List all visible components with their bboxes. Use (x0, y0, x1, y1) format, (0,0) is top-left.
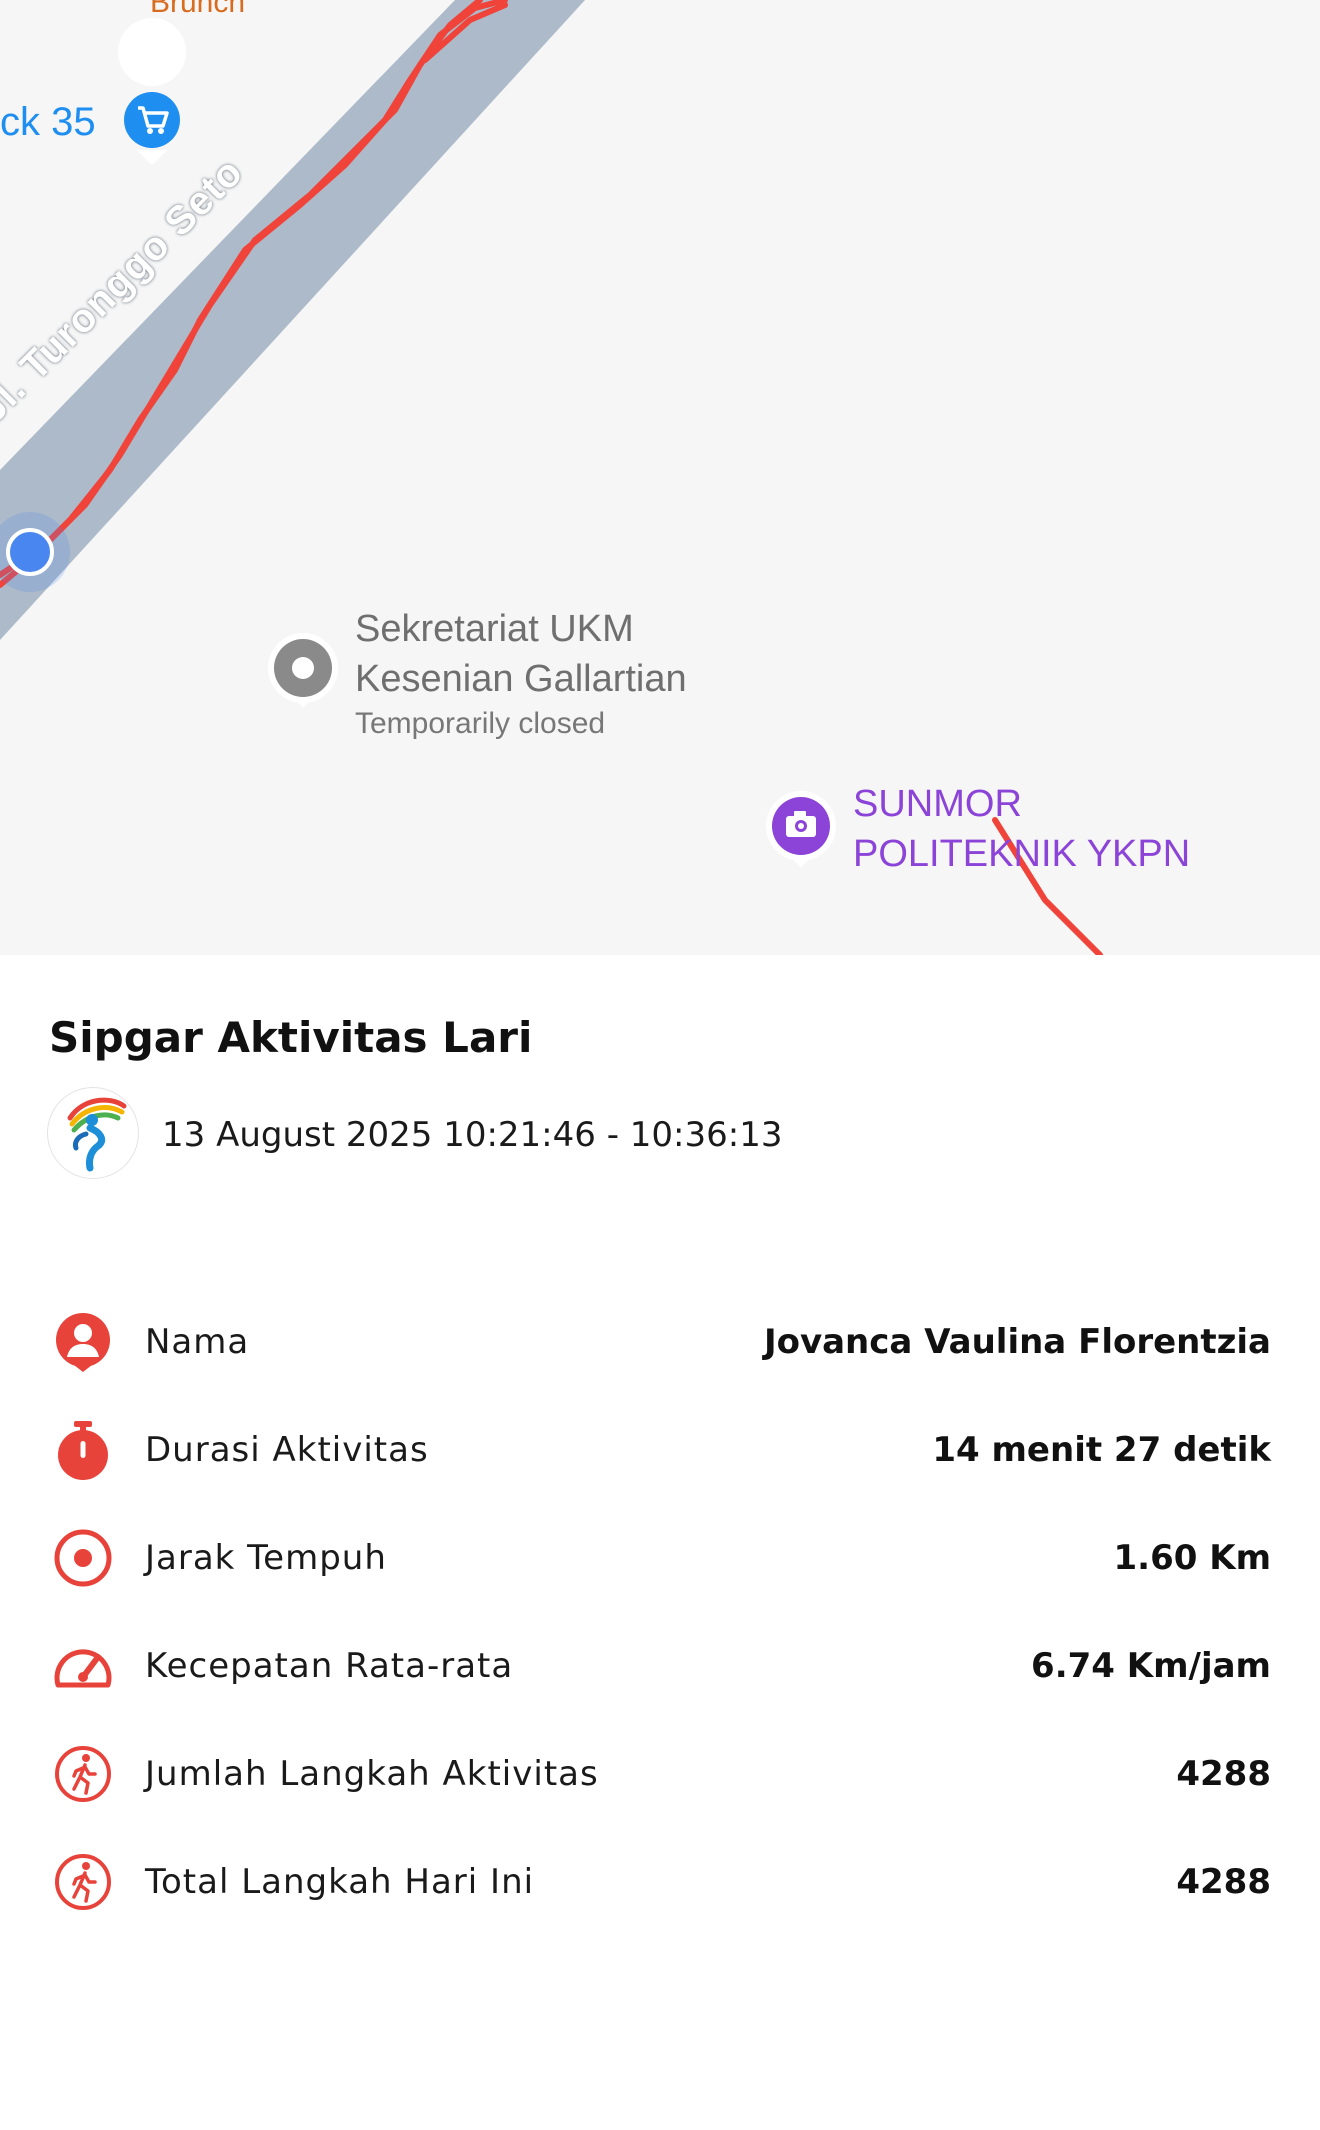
speedometer-icon (54, 1649, 112, 1688)
poi-secretariat-name-2[interactable]: Kesenian Gallartian (355, 658, 687, 701)
stat-row-activity-steps: Jumlah Langkah Aktivitas 4288 (0, 1734, 1320, 1814)
brunch-label[interactable]: Brunch (150, 0, 245, 20)
target-icon (54, 1529, 112, 1587)
poi-secretariat-status: Temporarily closed (355, 707, 606, 740)
poi-sunmor-name-2[interactable]: POLITEKNIK YKPN (853, 833, 1190, 876)
shop-pin-icon (118, 18, 187, 165)
stat-label: Nama (145, 1322, 250, 1362)
stat-value: 4288 (1176, 1862, 1271, 1902)
stat-label: Durasi Aktivitas (145, 1430, 429, 1470)
runner-icon (55, 1746, 111, 1802)
map-view[interactable]: Brunch ck 35 Jl. Turonggo Seto Sekretari… (0, 0, 1320, 955)
activity-datetime: 13 August 2025 10:21:46 - 10:36:13 (162, 1115, 783, 1155)
current-location-dot (6, 528, 54, 576)
stat-label: Total Langkah Hari Ini (145, 1862, 535, 1902)
stat-label: Jarak Tempuh (145, 1538, 387, 1578)
stat-value: 6.74 Km/jam (1031, 1646, 1271, 1686)
runner-icon (55, 1854, 111, 1910)
stopwatch-icon (58, 1421, 108, 1480)
stat-value: 14 menit 27 detik (932, 1430, 1271, 1470)
user-icon (56, 1313, 110, 1372)
poi-secretariat-name-1[interactable]: Sekretariat UKM (355, 608, 634, 651)
poi-sunmor-name-1[interactable]: SUNMOR (853, 783, 1022, 826)
place-pin-icon (268, 633, 338, 708)
stat-label: Kecepatan Rata-rata (145, 1646, 514, 1686)
map-canvas (0, 0, 1103, 955)
stat-row-duration: Durasi Aktivitas 14 menit 27 detik (0, 1410, 1320, 1490)
stat-row-total-steps: Total Langkah Hari Ini 4288 (0, 1842, 1320, 1922)
activity-summary-panel: Sipgar Aktivitas Lari 13 August 2025 10:… (0, 955, 1320, 2130)
app-logo (47, 1087, 139, 1179)
stat-label: Jumlah Langkah Aktivitas (145, 1754, 599, 1794)
stat-value: 1.60 Km (1113, 1538, 1272, 1578)
stat-row-distance: Jarak Tempuh 1.60 Km (0, 1518, 1320, 1598)
stat-value: Jovanca Vaulina Florentzia (763, 1322, 1271, 1362)
shop-label[interactable]: ck 35 (0, 100, 96, 145)
camera-pin-icon (766, 791, 836, 868)
activity-title: Sipgar Aktivitas Lari (49, 1013, 533, 1062)
stat-row-speed: Kecepatan Rata-rata 6.74 Km/jam (0, 1626, 1320, 1706)
stat-value: 4288 (1176, 1754, 1271, 1794)
stat-row-name: Nama Jovanca Vaulina Florentzia (0, 1302, 1320, 1382)
